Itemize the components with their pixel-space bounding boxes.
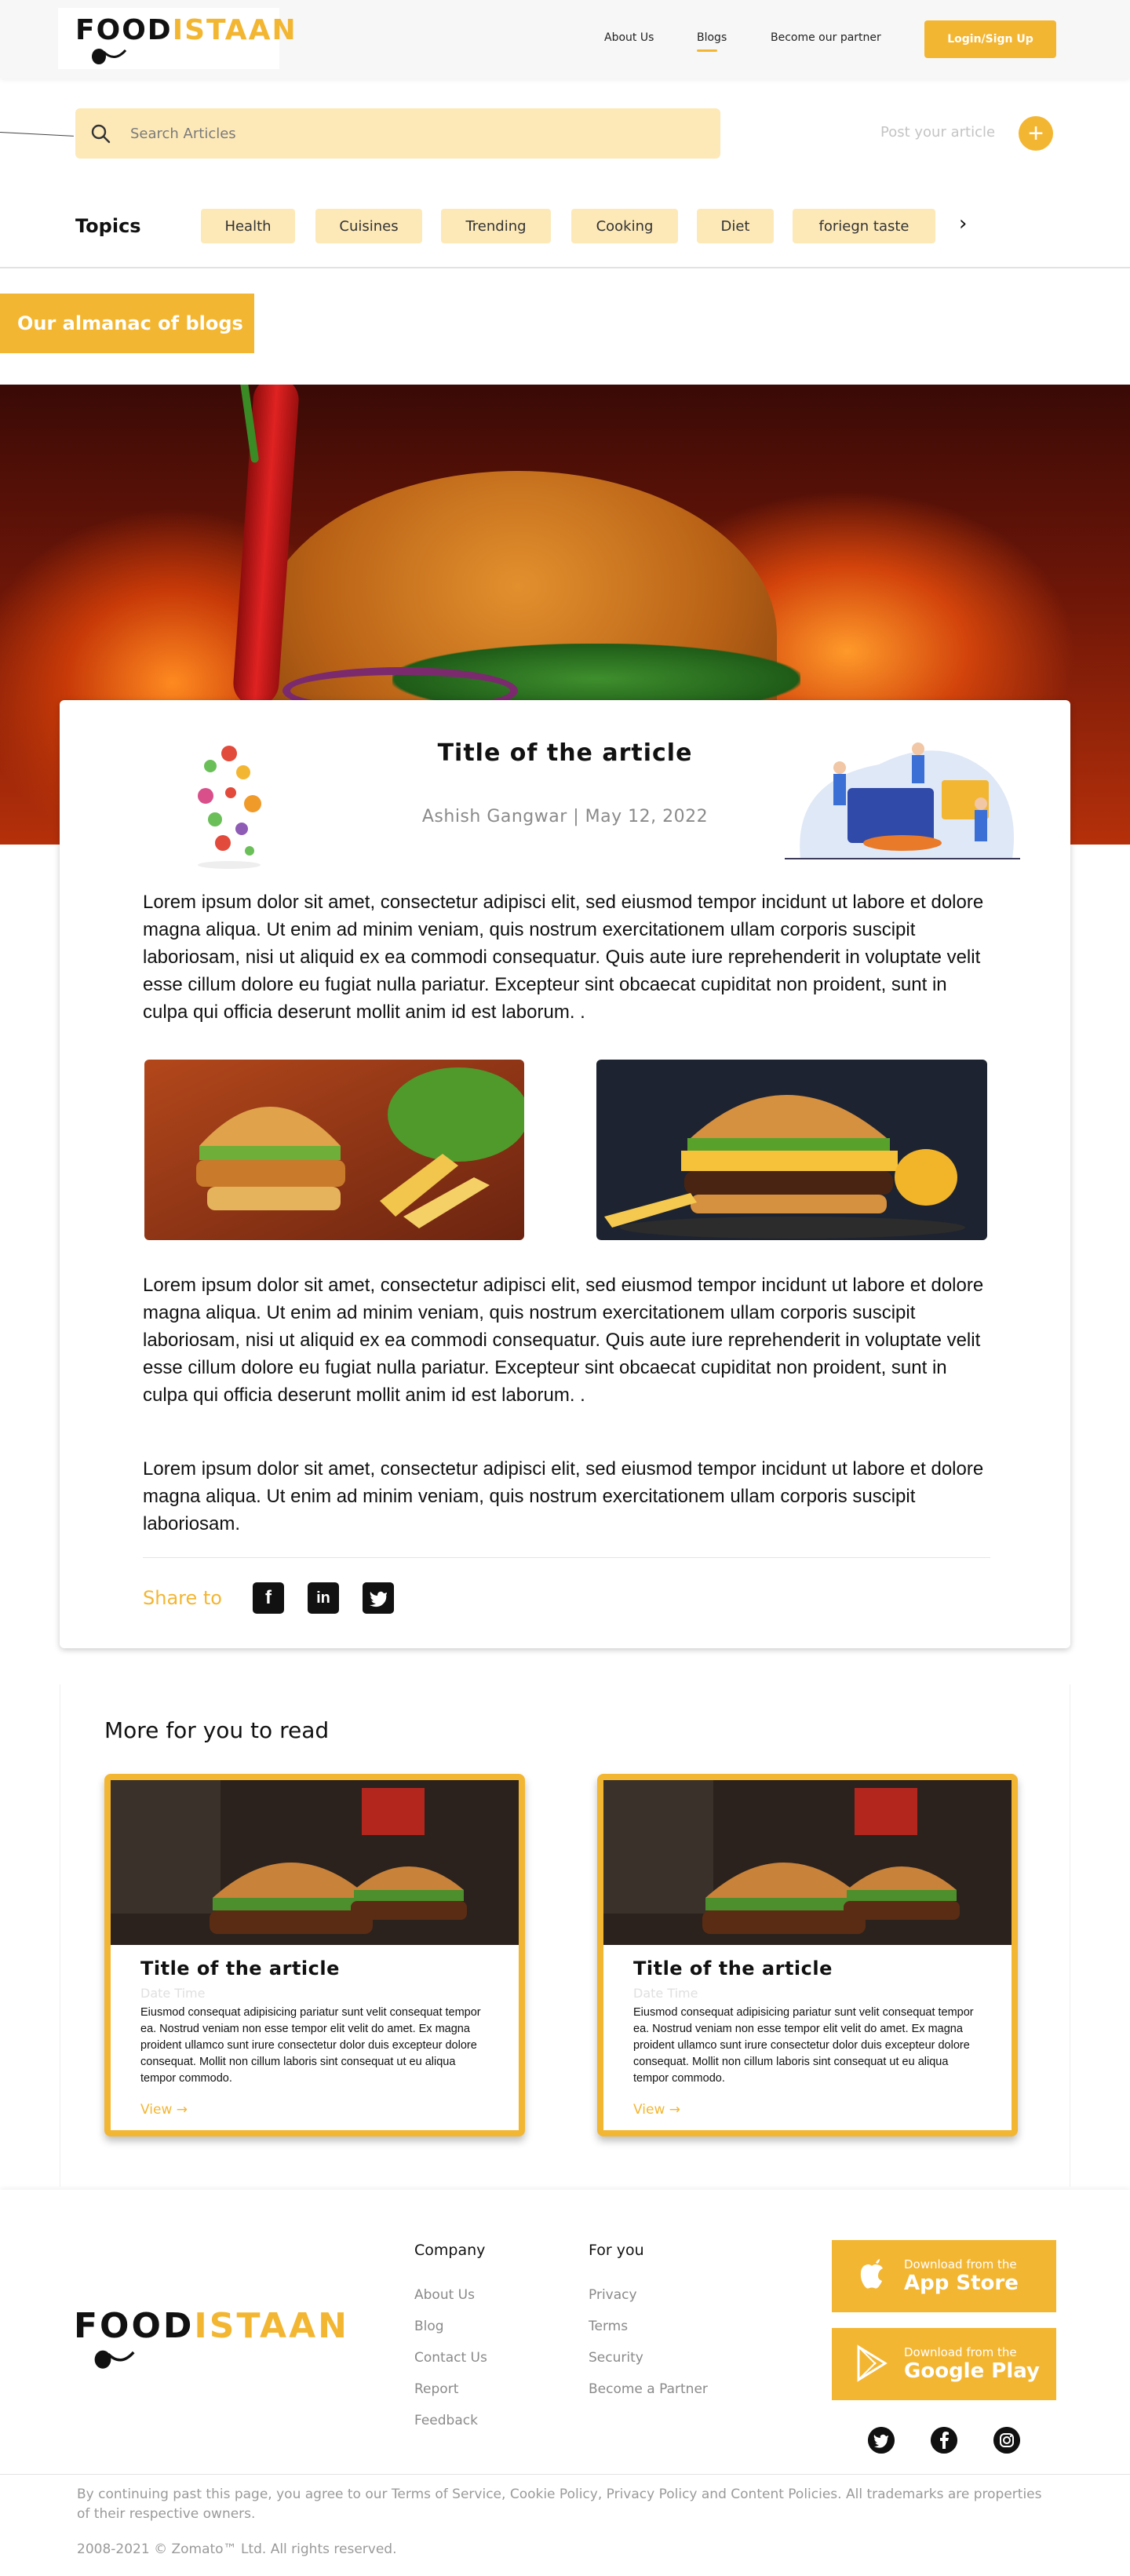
footer-legal-text: By continuing past this page, you agree … xyxy=(77,2487,1042,2522)
logo-spoon-icon xyxy=(92,49,127,64)
article-card: Title of the article Ashish Gangwar | Ma… xyxy=(60,700,1070,1648)
footer-link-terms[interactable]: Terms xyxy=(589,2319,628,2334)
top-header: FOODISTAAN About Us Blogs Become our par… xyxy=(0,0,1130,78)
logo-part-1: FOOD xyxy=(75,14,173,46)
site-logo[interactable]: FOODISTAAN xyxy=(75,14,297,46)
footer-link-contact-us[interactable]: Contact Us xyxy=(414,2350,487,2366)
view-label: View xyxy=(140,2102,173,2118)
apple-icon xyxy=(860,2259,883,2289)
footer-link-feedback[interactable]: Feedback xyxy=(414,2413,478,2428)
nav-become-partner[interactable]: Become our partner xyxy=(771,31,881,44)
related-article-excerpt: Eiusmod consequat adipisicing pariatur s… xyxy=(633,2006,974,2085)
decorative-line xyxy=(0,132,74,137)
topic-chip-foreign-taste[interactable]: foriegn taste xyxy=(793,209,935,243)
related-article-date: Date Time xyxy=(633,1986,698,2001)
related-article-image xyxy=(111,1780,519,1945)
search-bar[interactable] xyxy=(75,108,720,159)
footer-company-title: Company xyxy=(414,2242,486,2259)
more-for-you-section: More for you to read Title of the articl… xyxy=(60,1684,1070,2187)
footer-logo-part-2: ISTAAN xyxy=(194,2306,349,2346)
footer-link-about-us[interactable]: About Us xyxy=(414,2287,475,2303)
instagram-icon[interactable] xyxy=(993,2427,1020,2454)
article-paragraph-1: Lorem ipsum dolor sit amet, consectetur … xyxy=(143,892,984,1023)
footer-for-you-title: For you xyxy=(589,2242,644,2259)
related-article-date: Date Time xyxy=(140,1986,206,2001)
google-play-small-text: Download from the xyxy=(904,2345,1017,2359)
app-store-big-text: App Store xyxy=(904,2271,1019,2295)
related-article-excerpt: Eiusmod consequat adipisicing pariatur s… xyxy=(140,2006,481,2085)
footer-link-become-partner[interactable]: Become a Partner xyxy=(589,2381,708,2397)
footer-logo[interactable]: FOODISTAAN xyxy=(74,2306,349,2346)
facebook-icon[interactable] xyxy=(931,2427,957,2454)
linkedin-icon[interactable]: in xyxy=(308,1582,339,1614)
search-input[interactable] xyxy=(130,119,695,148)
article-paragraph-2: Lorem ipsum dolor sit amet, consectetur … xyxy=(143,1275,984,1406)
share-label: Share to xyxy=(143,1587,222,1609)
topic-chip-cooking[interactable]: Cooking xyxy=(571,209,678,243)
related-article-view-link[interactable]: View → xyxy=(633,2102,680,2118)
twitter-icon[interactable] xyxy=(868,2427,895,2454)
footer-link-blog[interactable]: Blog xyxy=(414,2319,444,2334)
related-article-title: Title of the article xyxy=(633,1958,833,1979)
footer-copyright: 2008-2021 © Zomato™ Ltd. All rights rese… xyxy=(77,2541,397,2557)
app-store-small-text: Download from the xyxy=(904,2257,1017,2271)
topic-chip-cuisines[interactable]: Cuisines xyxy=(315,209,422,243)
google-play-big-text: Google Play xyxy=(904,2359,1040,2383)
google-play-button[interactable]: Download from the Google Play xyxy=(832,2328,1056,2400)
footer-logo-part-1: FOOD xyxy=(74,2306,195,2346)
topic-chip-trending[interactable]: Trending xyxy=(441,209,551,243)
arrow-right-icon: → xyxy=(176,2102,188,2118)
twitter-icon[interactable] xyxy=(363,1582,394,1614)
footer-link-security[interactable]: Security xyxy=(589,2350,643,2366)
footer-link-privacy[interactable]: Privacy xyxy=(589,2287,637,2303)
logo-part-2: ISTAAN xyxy=(172,14,297,46)
nav-about-us[interactable]: About Us xyxy=(604,31,654,44)
arrow-right-icon: → xyxy=(669,2102,680,2118)
related-article-title: Title of the article xyxy=(140,1958,340,1979)
topics-next-chevron-icon[interactable]: › xyxy=(959,212,967,235)
footer-link-report[interactable]: Report xyxy=(414,2381,458,2397)
post-article-label[interactable]: Post your article xyxy=(880,124,995,140)
nav-blogs[interactable]: Blogs xyxy=(697,31,727,52)
topic-chip-diet[interactable]: Diet xyxy=(697,209,774,243)
facebook-icon[interactable]: f xyxy=(253,1582,284,1614)
google-play-icon xyxy=(857,2344,888,2382)
more-for-you-title: More for you to read xyxy=(104,1717,330,1743)
search-icon xyxy=(91,124,111,144)
topics-label: Topics xyxy=(75,215,141,237)
article-divider xyxy=(143,1557,990,1558)
article-image-cheese-burger xyxy=(596,1060,987,1240)
topic-chip-health[interactable]: Health xyxy=(201,209,295,243)
footer-divider xyxy=(0,2474,1130,2475)
chefs-cooking-illustration xyxy=(785,743,1020,859)
article-paragraph-3: Lorem ipsum dolor sit amet, consectetur … xyxy=(143,1458,984,1534)
almanac-banner: Our almanac of blogs xyxy=(0,294,254,353)
related-article-card[interactable]: Title of the article Date Time Eiusmod c… xyxy=(597,1774,1018,2136)
view-label: View xyxy=(633,2102,665,2118)
related-article-view-link[interactable]: View → xyxy=(140,2102,188,2118)
login-signup-button[interactable]: Login/Sign Up xyxy=(924,20,1056,58)
article-image-chicken-burger xyxy=(144,1060,524,1240)
footer-logo-spoon-icon xyxy=(94,2350,135,2369)
related-article-image xyxy=(603,1780,1012,1945)
related-article-card[interactable]: Title of the article Date Time Eiusmod c… xyxy=(104,1774,525,2136)
app-store-button[interactable]: Download from the App Store xyxy=(832,2240,1056,2312)
post-article-plus-button[interactable]: + xyxy=(1019,116,1053,151)
site-footer: FOODISTAAN Company About Us Blog Contact… xyxy=(0,2190,1130,2576)
section-divider xyxy=(0,267,1130,268)
